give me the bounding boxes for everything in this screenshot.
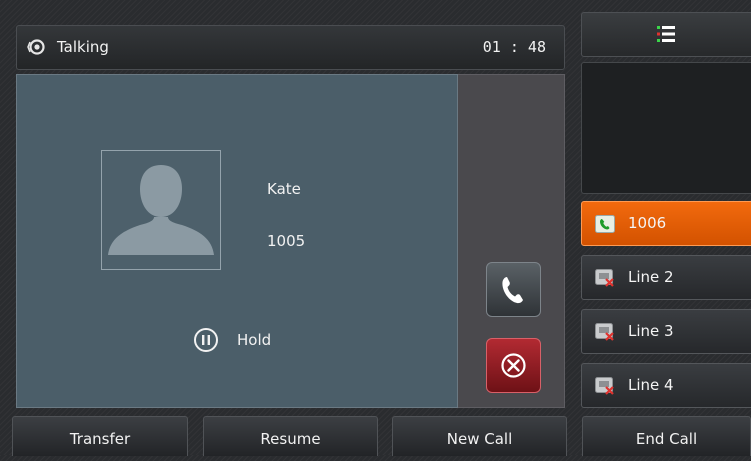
speaker-icon	[27, 39, 45, 55]
end-call-icon	[501, 353, 526, 378]
line-label: Line 4	[628, 376, 674, 394]
pause-icon[interactable]	[193, 327, 219, 353]
call-status-label: Talking	[57, 38, 109, 56]
hold-label[interactable]: Hold	[237, 331, 271, 349]
end-call-button[interactable]	[486, 338, 541, 393]
new-call-softkey[interactable]: New Call	[392, 416, 567, 456]
contact-avatar-icon	[108, 165, 214, 255]
contact-number: 1005	[267, 232, 306, 250]
line-unregistered-icon	[595, 323, 614, 341]
line-label: Line 2	[628, 268, 674, 286]
idle-display-panel	[581, 62, 751, 194]
transfer-softkey[interactable]: Transfer	[12, 416, 188, 456]
contact-avatar	[101, 150, 221, 270]
resume-softkey[interactable]: Resume	[203, 416, 378, 456]
line-label: 1006	[628, 214, 667, 232]
call-timer: 01 : 48	[482, 38, 546, 56]
answer-button[interactable]	[486, 262, 541, 317]
line-key-2[interactable]: Line 2	[581, 255, 751, 300]
phone-handset-icon	[502, 277, 523, 304]
menu-list-icon	[657, 26, 675, 42]
line-key-3[interactable]: Line 3	[581, 309, 751, 354]
status-bar: Talking 01 : 48	[16, 25, 565, 70]
contact-name: Kate	[267, 180, 301, 198]
menu-button[interactable]	[581, 12, 751, 57]
line-key-4[interactable]: Line 4	[581, 363, 751, 408]
line-key-1006[interactable]: 1006	[581, 201, 751, 246]
line-unregistered-icon	[595, 377, 614, 395]
line-unregistered-icon	[595, 269, 614, 287]
end-call-softkey[interactable]: End Call	[582, 416, 751, 456]
line-label: Line 3	[628, 322, 674, 340]
line-active-icon	[595, 215, 615, 233]
call-info-panel: Kate 1005 Hold	[16, 74, 458, 408]
